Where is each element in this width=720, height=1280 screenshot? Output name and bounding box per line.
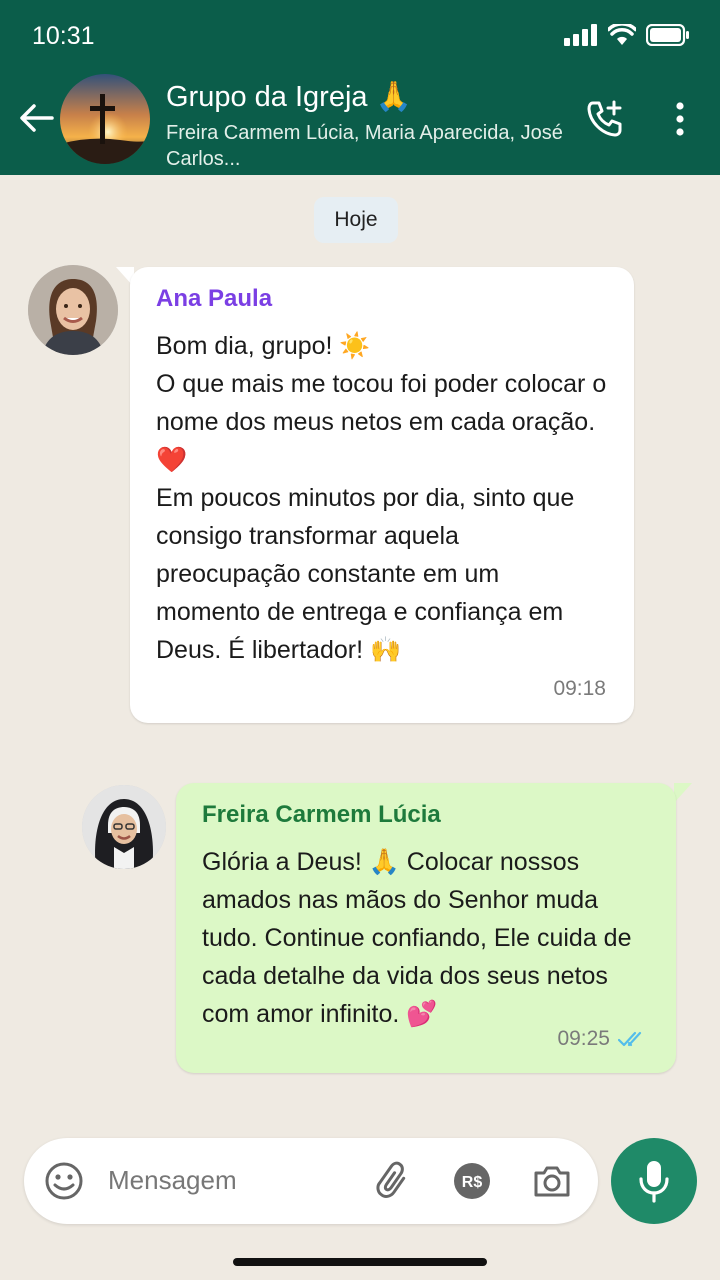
message-bubble-outgoing[interactable]: Freira Carmem Lúcia Glória a Deus! 🙏 Col… bbox=[176, 783, 676, 1073]
message-meta: 09:25 bbox=[557, 1027, 648, 1051]
message-meta: 09:18 bbox=[553, 677, 606, 701]
brl-currency-icon: R$ bbox=[454, 1163, 490, 1199]
more-vertical-icon bbox=[676, 102, 684, 136]
attach-button[interactable] bbox=[372, 1159, 416, 1203]
avatar-ana-paula[interactable] bbox=[28, 265, 118, 355]
more-options-button[interactable] bbox=[660, 96, 700, 142]
arrow-left-icon bbox=[20, 104, 54, 132]
home-indicator bbox=[233, 1258, 487, 1266]
chat-header: Grupo da Igreja 🙏 Freira Carmem Lúcia, M… bbox=[0, 70, 720, 175]
woman-portrait-image bbox=[28, 265, 118, 355]
add-call-button[interactable] bbox=[582, 96, 628, 142]
status-icons bbox=[564, 21, 690, 51]
voice-message-button[interactable] bbox=[611, 1138, 697, 1224]
smiley-icon bbox=[45, 1162, 83, 1200]
camera-button[interactable] bbox=[530, 1159, 574, 1203]
status-time: 10:31 bbox=[32, 22, 95, 50]
group-avatar[interactable] bbox=[60, 74, 150, 164]
message-time: 09:18 bbox=[553, 677, 606, 700]
svg-text:R$: R$ bbox=[462, 1174, 483, 1191]
status-bar: 10:31 bbox=[0, 0, 720, 70]
cross-sunset-image bbox=[60, 74, 150, 164]
group-title[interactable]: Grupo da Igreja 🙏 bbox=[166, 80, 412, 114]
date-divider: Hoje bbox=[314, 197, 398, 243]
bubble-tail bbox=[674, 783, 692, 803]
back-button[interactable] bbox=[14, 96, 58, 140]
chat-area: Hoje Ana Paula Bom dia, grupo! ☀️ O que … bbox=[0, 175, 720, 1280]
message-sender: Ana Paula bbox=[156, 285, 273, 312]
nun-portrait-image bbox=[82, 785, 166, 869]
signal-icon bbox=[564, 23, 598, 51]
phone-plus-icon bbox=[587, 100, 622, 137]
battery-icon bbox=[645, 23, 690, 51]
emoji-button[interactable] bbox=[42, 1159, 86, 1203]
microphone-icon bbox=[639, 1161, 669, 1203]
top-bar: 10:31 Grupo da Igreja 🙏 Freira Carmem Lú… bbox=[0, 0, 720, 175]
message-input[interactable]: Mensagem bbox=[108, 1165, 237, 1196]
message-text: Bom dia, grupo! ☀️ O que mais me tocou f… bbox=[156, 332, 607, 664]
message-composer: Mensagem R$ bbox=[24, 1138, 598, 1224]
camera-icon bbox=[534, 1166, 570, 1197]
message-time: 09:25 bbox=[557, 1027, 610, 1050]
group-members[interactable]: Freira Carmem Lúcia, Maria Aparecida, Jo… bbox=[166, 120, 566, 172]
paperclip-icon bbox=[376, 1161, 406, 1198]
wifi-icon bbox=[606, 21, 638, 51]
message-text: Glória a Deus! 🙏 Colocar nossos amados n… bbox=[202, 848, 632, 1028]
avatar-freira-carmem[interactable] bbox=[82, 785, 166, 869]
payment-button[interactable]: R$ bbox=[450, 1159, 494, 1203]
message-bubble-incoming[interactable]: Ana Paula Bom dia, grupo! ☀️ O que mais … bbox=[130, 267, 634, 723]
message-sender: Freira Carmem Lúcia bbox=[202, 801, 441, 828]
double-check-icon bbox=[618, 1031, 642, 1047]
